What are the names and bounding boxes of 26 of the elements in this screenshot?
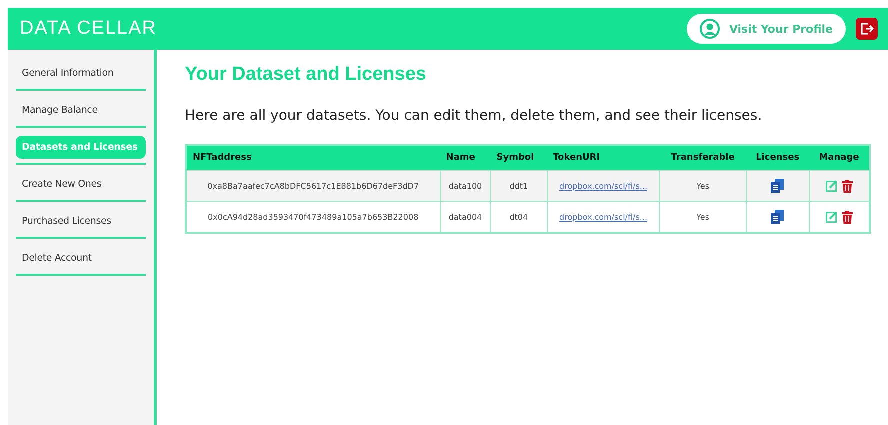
logo: DATA CELLAR: [20, 18, 158, 40]
table-cell: Yes: [660, 170, 746, 202]
logout-button[interactable]: [856, 18, 878, 40]
table-cell: data100: [440, 170, 491, 202]
documents-icon[interactable]: [771, 210, 784, 224]
delete-icon[interactable]: [842, 210, 853, 224]
delete-icon[interactable]: [842, 180, 853, 192]
page-title: Your Dataset and Licenses: [185, 64, 428, 86]
description: Here are all your datasets. You can edit them, delete them, and see their licenses.: [185, 108, 764, 124]
column-header: Transferable: [660, 145, 746, 170]
column-header: NFTaddress: [186, 145, 440, 170]
column-header: Manage: [809, 145, 870, 170]
sidebar-item[interactable]: Manage Balance: [16, 99, 146, 122]
user-icon: [700, 19, 720, 39]
column-header: Licenses: [746, 145, 810, 170]
table-cell: ddt1: [490, 170, 548, 202]
column-header: Name: [440, 145, 491, 170]
documents-icon[interactable]: [771, 179, 784, 193]
sidebar-item[interactable]: Delete Account: [16, 247, 146, 270]
sidebar-item[interactable]: Create New Ones: [16, 173, 146, 196]
column-header: Symbol: [490, 145, 548, 170]
logout-icon: [860, 22, 874, 36]
sidebar-item[interactable]: General Information: [16, 62, 146, 85]
table-cell: 0xa8Ba7aafec7cA8bDFC5617c1E881b6D67deF3dD7: [186, 170, 440, 202]
column-header: TokenURI: [547, 145, 660, 170]
sidebar-item[interactable]: Purchased Licenses: [16, 210, 146, 233]
